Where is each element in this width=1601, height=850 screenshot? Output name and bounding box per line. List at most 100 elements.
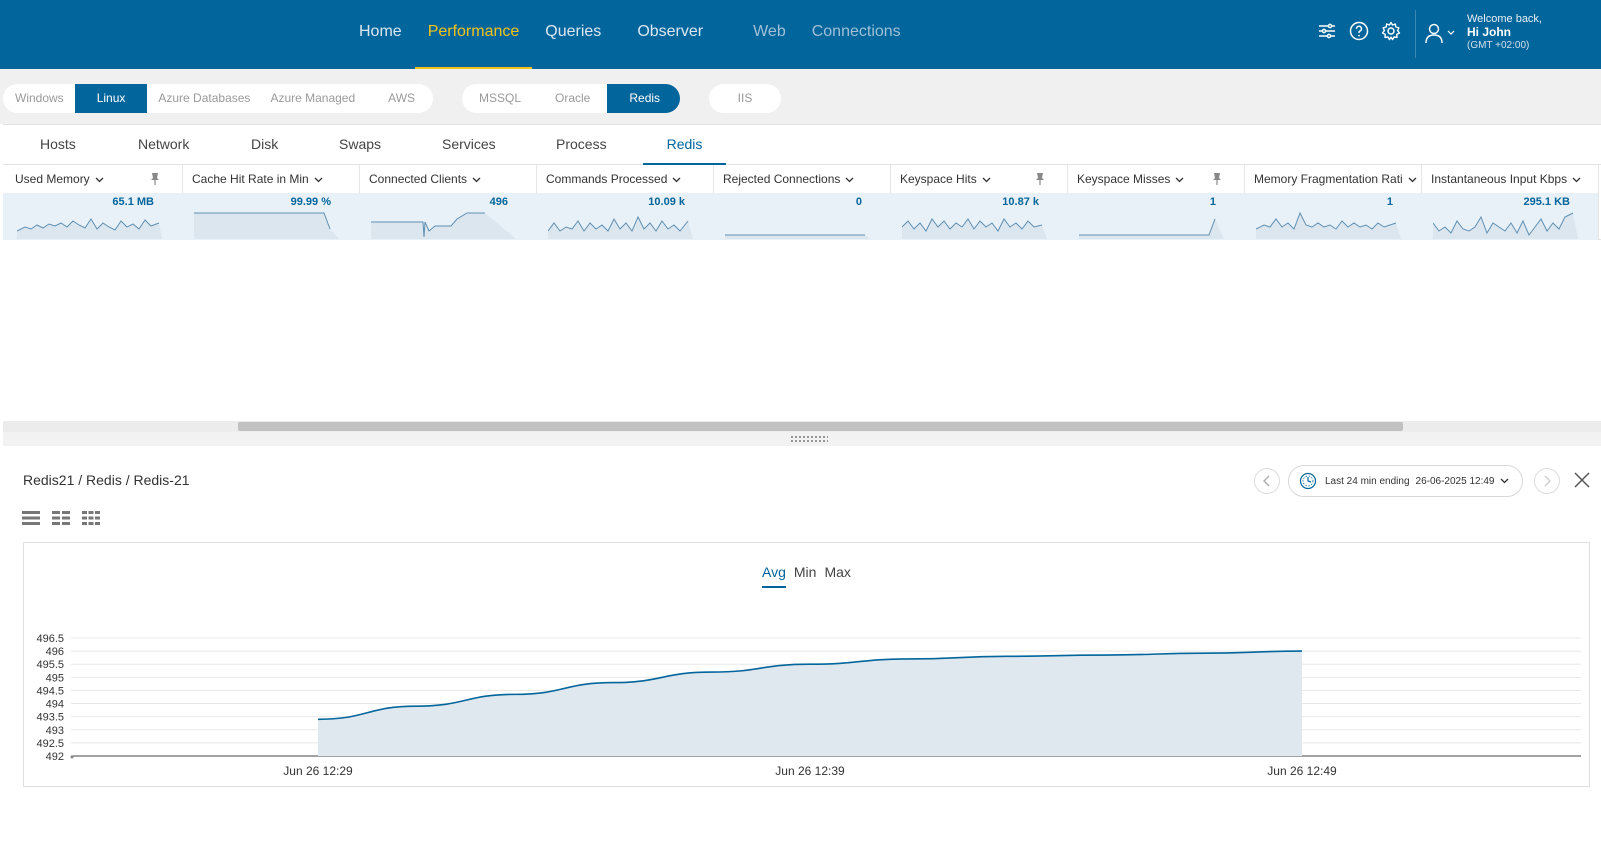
filter-redis[interactable]: Redis (607, 84, 680, 113)
chevron-down-icon[interactable] (982, 177, 991, 183)
metric-column[interactable]: Rejected Connections 0 (711, 165, 891, 240)
sparkline (902, 218, 1047, 239)
metric-header[interactable]: Instantaneous Input Kbps (1419, 165, 1598, 193)
chevron-down-icon[interactable] (1408, 177, 1417, 183)
chevron-down-icon (1447, 30, 1455, 35)
filter-linux[interactable]: Linux (74, 84, 148, 113)
chevron-left-icon (1263, 475, 1270, 487)
metric-header[interactable]: Cache Hit Rate in Min (180, 165, 359, 193)
metric-cell[interactable]: 1 (1242, 193, 1421, 240)
nav-connections[interactable]: Connections (799, 0, 914, 69)
nav-observer[interactable]: Observer (624, 0, 716, 69)
pin-icon[interactable] (150, 173, 160, 185)
tab-network[interactable]: Network (138, 125, 189, 165)
metric-column[interactable]: Commands Processed 10.09 k (534, 165, 714, 240)
sub-tabs: Hosts Network Disk Swaps Services Proces… (3, 124, 1601, 165)
metric-header[interactable]: Used Memory (3, 165, 182, 193)
scrollbar-thumb[interactable] (238, 422, 1403, 431)
metric-header[interactable]: Keyspace Hits (888, 165, 1067, 193)
metric-header[interactable]: Rejected Connections (711, 165, 890, 193)
tab-redis[interactable]: Redis (643, 125, 726, 165)
nav-web[interactable]: Web (740, 0, 799, 69)
metric-cell[interactable]: 65.1 MB (3, 193, 182, 240)
metric-cell[interactable]: 0 (711, 193, 890, 240)
tab-hosts[interactable]: Hosts (40, 125, 76, 165)
chevron-down-icon[interactable] (314, 177, 323, 183)
pin-icon[interactable] (1212, 173, 1222, 185)
user-icon (1425, 23, 1443, 44)
filter-windows[interactable]: Windows (3, 84, 75, 113)
metric-header[interactable]: Connected Clients (357, 165, 536, 193)
metric-header[interactable]: Keyspace Misses (1065, 165, 1244, 193)
metric-column[interactable]: Keyspace Hits 10.87 k (888, 165, 1068, 240)
y-tick-label: 495.5 (36, 659, 64, 671)
chevron-down-icon[interactable] (472, 177, 481, 183)
filter-azure-managed[interactable]: Azure Managed (261, 84, 366, 113)
grid-3-layout-icon[interactable] (82, 511, 100, 525)
filter-iis[interactable]: IIS (727, 84, 764, 113)
filter-oracle[interactable]: Oracle (538, 84, 607, 113)
metric-cell[interactable]: 1 (1065, 193, 1244, 240)
x-tick-label: Jun 26 12:29 (283, 764, 353, 778)
metric-cell[interactable]: 496 (357, 193, 536, 240)
grid-2-layout-icon[interactable] (52, 511, 70, 525)
gear-icon[interactable] (1380, 20, 1402, 42)
nav-performance[interactable]: Performance (414, 0, 533, 69)
top-icons (1316, 20, 1402, 42)
chevron-down-icon[interactable] (845, 177, 854, 183)
nav-home[interactable]: Home (346, 0, 415, 69)
metric-label: Used Memory (15, 172, 90, 186)
filter-mssql[interactable]: MSSQL (462, 84, 538, 113)
tab-process[interactable]: Process (556, 125, 607, 165)
user-menu[interactable] (1424, 22, 1455, 44)
horizontal-scrollbar[interactable] (3, 421, 1601, 432)
main-nav: Home Performance Queries Observer Web Co… (346, 0, 914, 69)
splitter-grip-icon[interactable] (790, 435, 828, 443)
chevron-down-icon[interactable] (95, 177, 104, 183)
sparkline (194, 212, 339, 239)
user-name: Hi John (1467, 25, 1511, 39)
user-welcome: Welcome back, Hi John (GMT +02:00) (1467, 13, 1542, 52)
metric-label: Keyspace Misses (1077, 172, 1171, 186)
filter-azure-databases[interactable]: Azure Databases (147, 84, 261, 113)
metric-cell[interactable]: 295.1 KB (1419, 193, 1598, 240)
metric-value: 99.99 % (290, 196, 331, 208)
chevron-down-icon[interactable] (1175, 177, 1184, 183)
chevron-down-icon[interactable] (672, 177, 681, 183)
metric-value: 1 (1209, 196, 1216, 208)
tab-swaps[interactable]: Swaps (339, 125, 381, 165)
y-tick-label: 492.5 (36, 738, 64, 750)
metric-column[interactable]: Memory Fragmentation Rati 1 (1242, 165, 1422, 240)
x-tick-label: Jun 26 12:39 (775, 764, 845, 778)
next-range-button[interactable] (1534, 468, 1560, 494)
metric-label: Instantaneous Input Kbps (1431, 172, 1568, 186)
chevron-down-icon[interactable] (1572, 177, 1581, 183)
metric-cell[interactable]: 10.87 k (888, 193, 1067, 240)
list-layout-icon[interactable] (22, 511, 40, 525)
metric-column[interactable]: Keyspace Misses 1 (1065, 165, 1245, 240)
os-filter-group: Windows Linux Azure Databases Azure Mana… (3, 84, 433, 113)
time-range-picker[interactable]: Last 24 min ending 26-06-2025 12:49 (1288, 465, 1523, 497)
prev-range-button[interactable] (1254, 468, 1280, 494)
pin-icon[interactable] (1035, 173, 1045, 185)
navbar-divider (1415, 10, 1416, 58)
metric-column[interactable]: Cache Hit Rate in Min 99.99 % (180, 165, 360, 240)
chevron-down-icon (1501, 478, 1509, 484)
help-icon[interactable] (1348, 20, 1370, 42)
metric-column[interactable]: Instantaneous Input Kbps 295.1 KB (1419, 165, 1599, 240)
nav-queries[interactable]: Queries (532, 0, 614, 69)
filters-icon[interactable] (1316, 20, 1338, 42)
metric-cell[interactable]: 10.09 k (534, 193, 713, 240)
tab-disk[interactable]: Disk (251, 125, 278, 165)
metric-header[interactable]: Commands Processed (534, 165, 713, 193)
panel-splitter[interactable] (3, 432, 1601, 446)
filter-aws[interactable]: AWS (366, 84, 426, 113)
sparkline (1433, 212, 1578, 239)
metric-column[interactable]: Used Memory 65.1 MB (3, 165, 183, 240)
close-panel-button[interactable] (1571, 469, 1593, 491)
metric-header[interactable]: Memory Fragmentation Rati (1242, 165, 1421, 193)
y-tick-label: 495 (46, 672, 64, 684)
tab-services[interactable]: Services (442, 125, 496, 165)
metric-column[interactable]: Connected Clients 496 (357, 165, 537, 240)
metric-cell[interactable]: 99.99 % (180, 193, 359, 240)
